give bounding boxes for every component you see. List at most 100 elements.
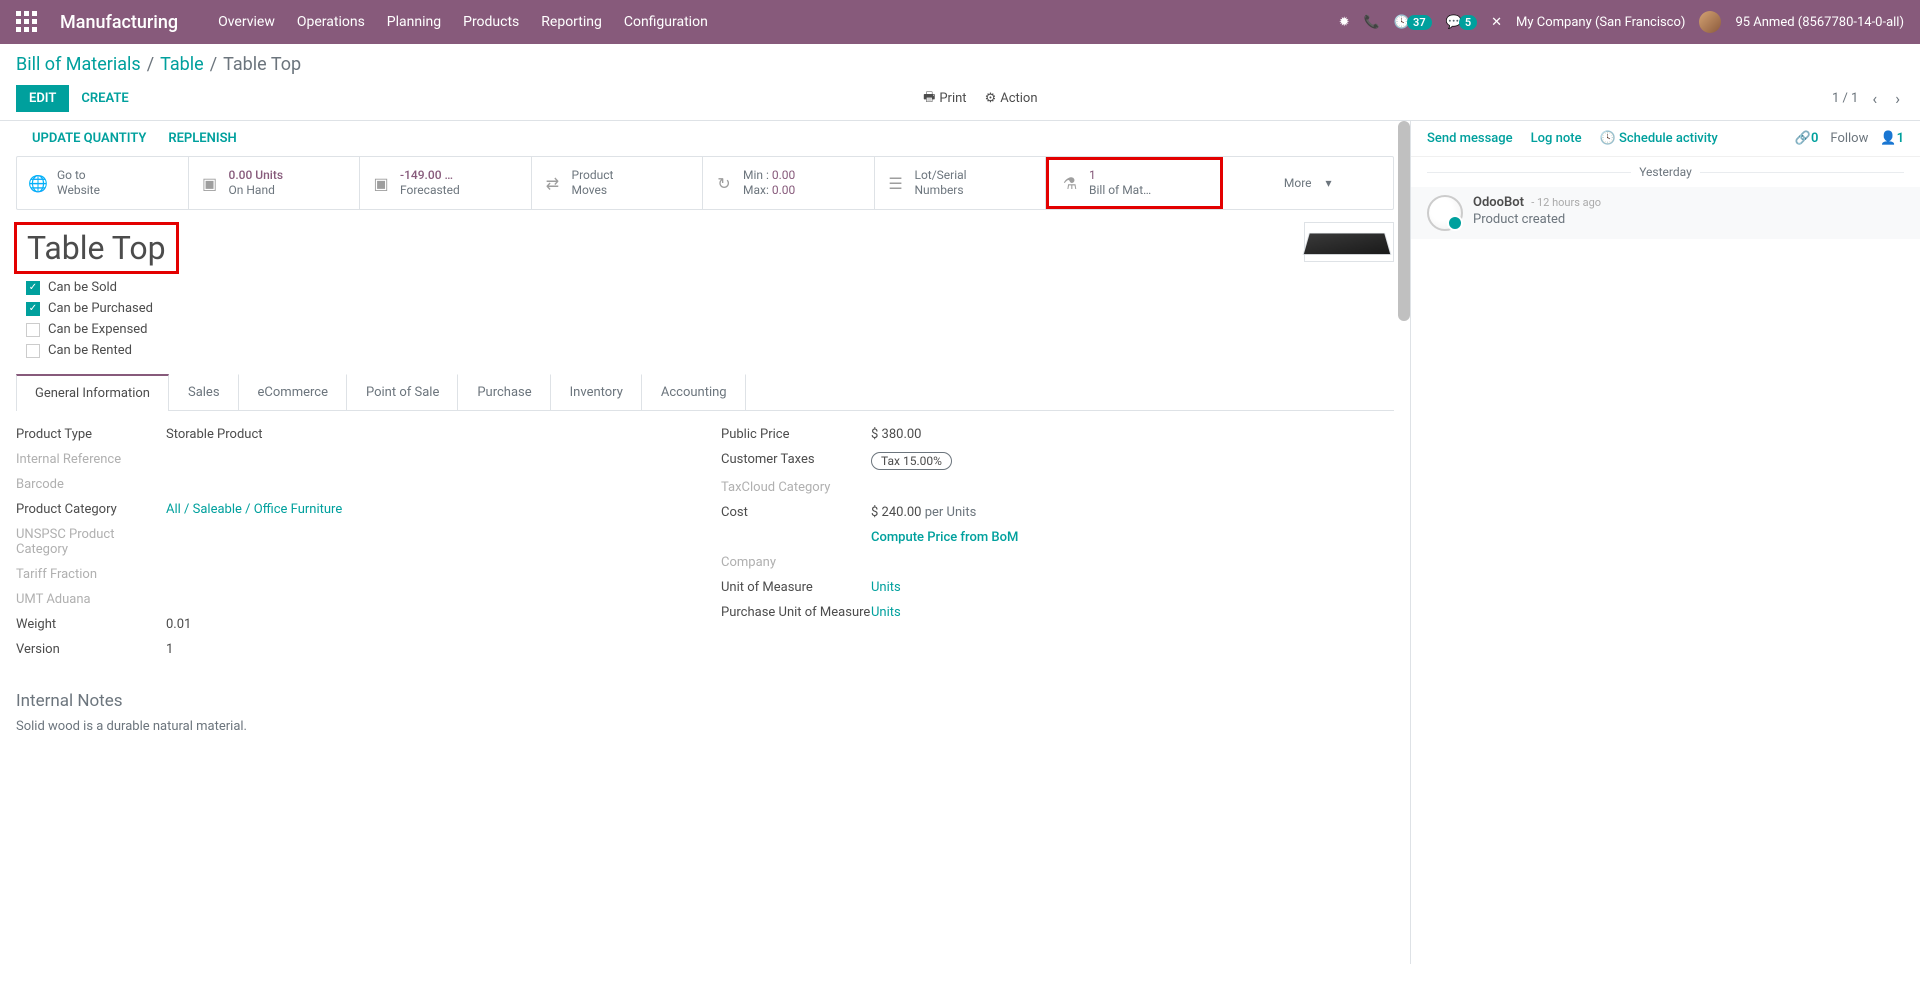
edit-button[interactable]: EDIT [16,85,69,112]
follower-count[interactable]: 👤1 [1880,131,1904,146]
clock-icon: 🕓 [1600,131,1616,146]
breadcrumb-current: Table Top [223,54,301,75]
lbl-internal-ref: Internal Reference [16,452,166,467]
tab-inventory[interactable]: Inventory [551,374,642,410]
stat-website[interactable]: 🌐 Go to Website [17,157,189,209]
val-product-type: Storable Product [166,427,689,442]
replenish-button[interactable]: REPLENISH [168,131,236,146]
breadcrumb-sep: / [147,54,154,75]
chatter-panel: Send message Log note 🕓 Schedule activit… [1410,121,1920,964]
check-can-be-sold[interactable]: ✓Can be Sold [26,280,1394,295]
print-button[interactable]: 🖶 Print [923,88,966,110]
phone-icon[interactable]: 📞 [1364,15,1380,30]
breadcrumb-bom[interactable]: Bill of Materials [16,54,141,75]
chatter-message: OdooBot - 12 hours ago Product created [1411,187,1920,239]
cubes-icon: ▣ [370,174,392,193]
compute-price-link[interactable]: Compute Price from BoM [871,530,1018,545]
chevron-down-icon: ▾ [1326,176,1332,190]
val-customer-taxes[interactable]: Tax 15.00% [871,452,952,470]
tab-accounting[interactable]: Accounting [642,374,746,410]
globe-icon: 🌐 [27,174,49,193]
menu-reporting[interactable]: Reporting [541,14,602,30]
user-name[interactable]: 95 Anmed (8567780-14-0-all) [1735,15,1904,30]
tab-pos[interactable]: Point of Sale [347,374,458,410]
val-cost: $ 240.00 [871,505,922,520]
internal-notes-text: Solid wood is a durable natural material… [16,719,1394,734]
lbl-unspsc: UNSPSC Product Category [16,527,166,557]
check-can-be-purchased[interactable]: ✓Can be Purchased [26,301,1394,316]
paperclip-icon: 🔗 [1795,131,1811,146]
menu-configuration[interactable]: Configuration [624,14,708,30]
lbl-taxcloud: TaxCloud Category [721,480,871,495]
stat-forecasted[interactable]: ▣ -149.00 …Forecasted [360,157,532,209]
menu-operations[interactable]: Operations [297,14,365,30]
breadcrumb-sep: / [210,54,217,75]
internal-notes-title: Internal Notes [16,691,1394,711]
lbl-umt: UMT Aduana [16,592,166,607]
stat-button-row: 🌐 Go to Website ▣ 0.00 UnitsOn Hand ▣ -1… [16,156,1394,210]
pager-count: 1 / 1 [1832,91,1858,106]
activity-indicator[interactable]: 🕓 37 [1394,15,1432,30]
val-weight: 0.01 [166,617,689,632]
tab-general-info[interactable]: General Information [16,374,169,411]
stat-reorder[interactable]: ↻ Min : 0.00 Max: 0.00 [703,157,875,209]
top-navbar: Manufacturing Overview Operations Planni… [0,0,1920,44]
odoobot-avatar [1427,195,1463,231]
main-menu: Overview Operations Planning Products Re… [218,14,1339,30]
lbl-product-type: Product Type [16,427,166,442]
list-icon: ☰ [885,174,907,193]
pager-next[interactable]: › [1891,89,1904,108]
lbl-public-price: Public Price [721,427,871,442]
msg-text: Product created [1473,212,1601,227]
apps-grid-icon[interactable] [16,11,38,33]
msg-author: OdooBot [1473,195,1524,210]
val-category[interactable]: All / Saleable / Office Furniture [166,502,342,517]
gear-icon: ⚙ [985,91,997,106]
menu-planning[interactable]: Planning [387,14,441,30]
breadcrumb-table[interactable]: Table [160,54,204,75]
tab-sales[interactable]: Sales [169,374,239,410]
lbl-tariff: Tariff Fraction [16,567,166,582]
log-note-button[interactable]: Log note [1531,131,1582,146]
close-icon[interactable]: ✕ [1491,15,1502,30]
user-avatar[interactable] [1699,11,1721,33]
pager-prev[interactable]: ‹ [1868,89,1881,108]
product-image[interactable] [1304,222,1394,262]
send-message-button[interactable]: Send message [1427,131,1513,146]
create-button[interactable]: CREATE [81,91,128,106]
menu-products[interactable]: Products [463,14,519,30]
val-puom[interactable]: Units [871,605,901,620]
follow-button[interactable]: Follow [1830,131,1868,146]
attachment-count[interactable]: 🔗0 [1795,131,1819,146]
form-content: UPDATE QUANTITY REPLENISH 🌐 Go to Websit… [0,121,1410,964]
action-button[interactable]: ⚙ Action [985,88,1038,110]
product-title: Table Top [14,222,179,274]
person-icon: 👤 [1880,131,1896,146]
msg-time: - 12 hours ago [1531,196,1601,209]
lbl-customer-taxes: Customer Taxes [721,452,871,467]
stat-lot-serial[interactable]: ☰ Lot/Serial Numbers [875,157,1047,209]
stat-on-hand[interactable]: ▣ 0.00 UnitsOn Hand [189,157,361,209]
update-quantity-button[interactable]: UPDATE QUANTITY [32,131,146,146]
company-selector[interactable]: My Company (San Francisco) [1516,15,1685,30]
messages-indicator[interactable]: 💬 5 [1446,15,1477,30]
lbl-version: Version [16,642,166,657]
tab-purchase[interactable]: Purchase [458,374,550,410]
bug-icon[interactable]: ✹ [1339,15,1350,30]
tab-ecommerce[interactable]: eCommerce [239,374,347,410]
stat-product-moves[interactable]: ⇄ Product Moves [532,157,704,209]
lbl-barcode: Barcode [16,477,166,492]
lbl-category: Product Category [16,502,166,517]
check-can-be-expensed[interactable]: Can be Expensed [26,322,1394,337]
cubes-icon: ▣ [199,174,221,193]
app-brand[interactable]: Manufacturing [60,12,178,33]
schedule-activity-button[interactable]: 🕓 Schedule activity [1600,131,1718,146]
val-version: 1 [166,642,689,657]
print-icon: 🖶 [923,88,935,110]
check-can-be-rented[interactable]: Can be Rented [26,343,1394,358]
stat-more[interactable]: More ▾ [1223,157,1394,209]
val-uom[interactable]: Units [871,580,901,595]
activity-count: 37 [1407,15,1432,30]
stat-bill-of-materials[interactable]: ⚗ 1Bill of Mat… [1046,157,1223,209]
menu-overview[interactable]: Overview [218,14,275,30]
